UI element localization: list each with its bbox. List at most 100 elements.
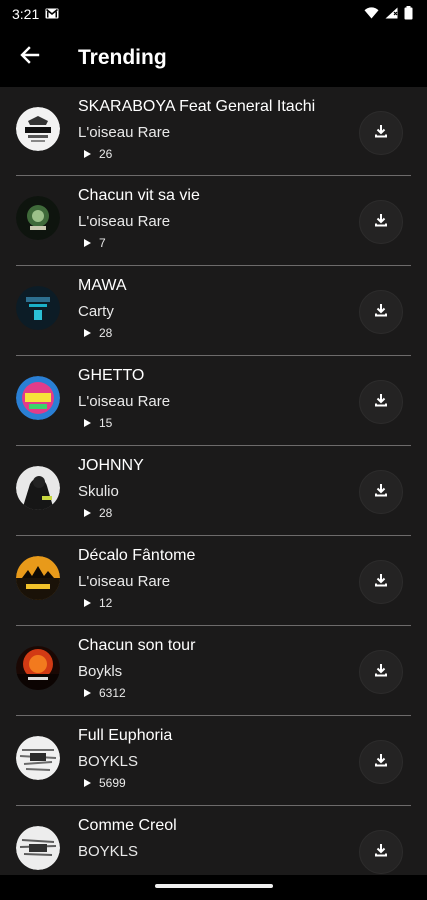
back-button[interactable] [0,28,60,87]
track-plays: 26 [78,147,331,161]
track-cover [16,286,60,330]
track-item[interactable]: Comme Creol BOYKLS [16,806,411,875]
track-artist: BOYKLS [78,843,139,860]
track-plays: 28 [78,326,331,340]
track-meta: JOHNNY Skulio 28 [78,456,331,520]
track-cover [16,826,60,870]
track-item[interactable]: Chacun son tour Boykls 6312 [16,626,411,716]
download-button[interactable] [359,290,403,334]
status-time: 3:21 [12,6,40,22]
download-button[interactable] [359,470,403,514]
track-title: SKARABOYA Feat General Itachi [78,98,316,115]
track-title: Décalo Fântome [78,547,196,564]
track-artist: BOYKLS [78,753,139,770]
play-count-icon [84,779,91,787]
play-count-icon [84,239,91,247]
track-item[interactable]: SKARABOYA Feat General Itachi L'oiseau R… [16,87,411,176]
track-item[interactable]: Décalo Fântome L'oiseau Rare 12 [16,536,411,626]
download-button[interactable] [359,380,403,424]
track-artist: L'oiseau Rare [78,124,171,141]
track-title: Comme Creol [78,817,177,834]
play-count: 26 [99,147,113,161]
track-plays: 5699 [78,776,331,790]
track-cover [16,646,60,690]
play-count: 5699 [99,776,126,790]
play-count: 28 [99,326,113,340]
track-meta: Chacun son tour Boykls 6312 [78,636,331,700]
page-title: Trending [78,45,167,69]
track-title: JOHNNY [78,457,144,474]
play-count: 28 [99,506,113,520]
download-icon [373,392,389,413]
track-meta: Chacun vit sa vie L'oiseau Rare 7 [78,186,331,250]
track-plays: 7 [78,236,331,250]
track-item[interactable]: Chacun vit sa vie L'oiseau Rare 7 [16,176,411,266]
track-meta: GHETTO L'oiseau Rare 15 [78,366,331,430]
play-count-icon [84,689,91,697]
download-button[interactable] [359,650,403,694]
download-icon [373,752,389,773]
track-plays: 15 [78,416,331,430]
arrow-back-icon [20,45,40,70]
app-bar: Trending [0,28,427,87]
status-bar: 3:21 [0,0,427,28]
track-artist: L'oiseau Rare [78,393,171,410]
track-meta: Full Euphoria BOYKLS 5699 [78,726,331,790]
play-count-icon [84,150,91,158]
download-icon [373,662,389,683]
download-button[interactable] [359,740,403,784]
download-icon [373,212,389,233]
track-title: MAWA [78,277,127,294]
track-list[interactable]: SKARABOYA Feat General Itachi L'oiseau R… [0,87,427,875]
track-artist: Skulio [78,483,119,500]
track-meta: Décalo Fântome L'oiseau Rare 12 [78,546,331,610]
track-title: Chacun son tour [78,637,196,654]
play-count-icon [84,329,91,337]
track-cover [16,376,60,420]
download-button[interactable] [359,200,403,244]
battery-icon [404,5,413,23]
play-count: 7 [99,236,106,250]
track-meta: Comme Creol BOYKLS [78,816,331,862]
download-button[interactable] [359,111,403,155]
track-plays: 6312 [78,686,331,700]
download-icon [373,572,389,593]
status-right [364,5,413,23]
track-artist: L'oiseau Rare [78,573,171,590]
home-indicator[interactable] [155,884,273,888]
download-icon [373,482,389,503]
track-cover [16,196,60,240]
track-title: Chacun vit sa vie [78,187,200,204]
play-count-icon [84,509,91,517]
track-plays: 12 [78,596,331,610]
gmail-icon [45,6,59,22]
download-button[interactable] [359,560,403,604]
signal-icon [385,6,398,22]
navigation-bar [0,875,427,900]
play-count: 12 [99,596,113,610]
track-cover [16,107,60,151]
track-artist: L'oiseau Rare [78,213,171,230]
track-meta: SKARABOYA Feat General Itachi L'oiseau R… [78,97,331,161]
download-button[interactable] [359,830,403,874]
download-icon [373,842,389,863]
track-item[interactable]: Full Euphoria BOYKLS 5699 [16,716,411,806]
play-count-icon [84,599,91,607]
app-screen: 3:21 Trending SKARABOYA Feat General Ita… [0,0,427,900]
track-cover [16,736,60,780]
track-item[interactable]: JOHNNY Skulio 28 [16,446,411,536]
play-count-icon [84,419,91,427]
download-icon [373,302,389,323]
track-title: Full Euphoria [78,727,173,744]
track-cover [16,466,60,510]
track-cover [16,556,60,600]
track-plays: 28 [78,506,331,520]
download-icon [373,123,389,144]
track-artist: Boykls [78,663,123,680]
status-left: 3:21 [12,6,59,22]
play-count: 6312 [99,686,126,700]
track-meta: MAWA Carty 28 [78,276,331,340]
track-title: GHETTO [78,367,145,384]
track-item[interactable]: MAWA Carty 28 [16,266,411,356]
track-item[interactable]: GHETTO L'oiseau Rare 15 [16,356,411,446]
